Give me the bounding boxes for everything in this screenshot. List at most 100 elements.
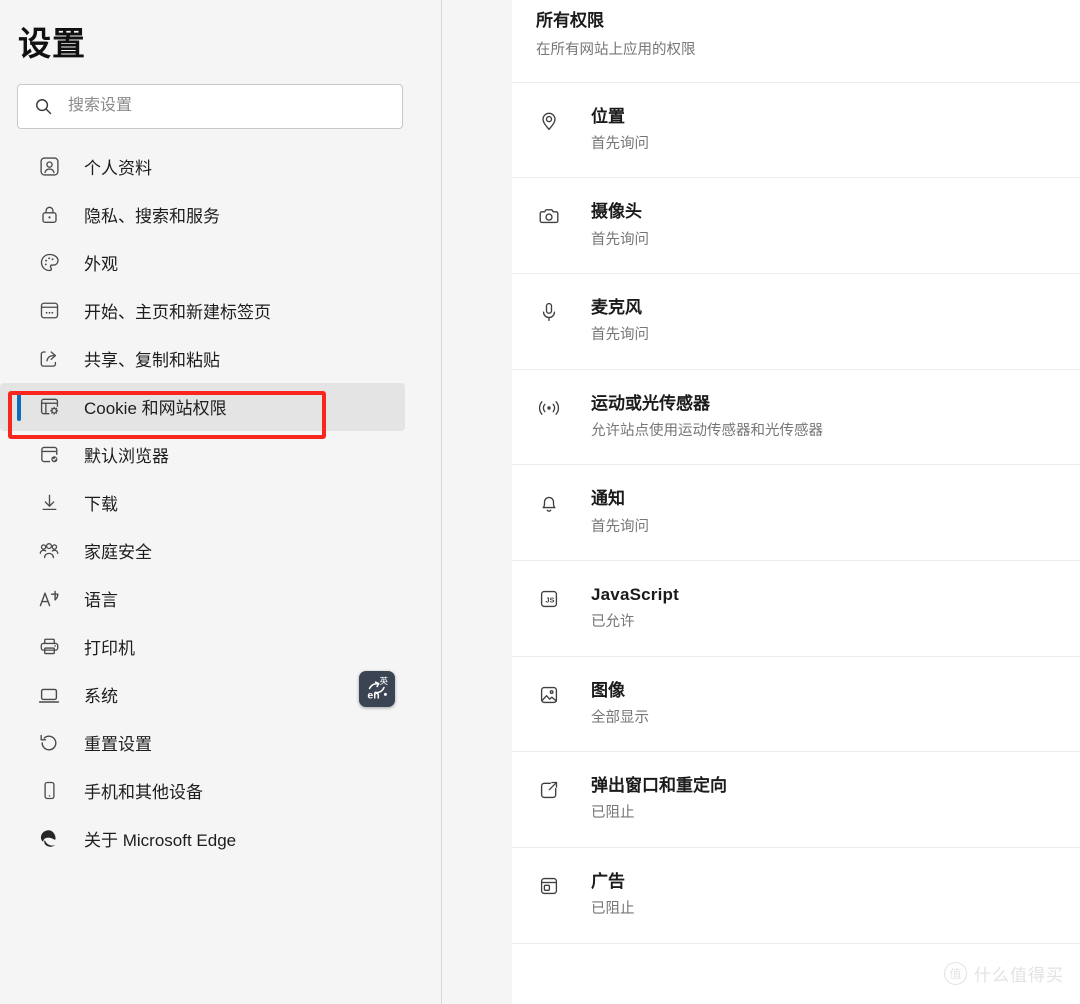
permission-text: 通知 首先询问 [591, 488, 649, 537]
sidebar-item-label: 家庭安全 [84, 543, 152, 563]
permission-status: 首先询问 [591, 231, 649, 248]
permission-status: 首先询问 [591, 518, 649, 535]
location-pin-icon [536, 108, 562, 134]
sidebar-item-system[interactable]: 系统 [0, 671, 405, 719]
permission-label: 图像 [591, 680, 625, 700]
microphone-icon [536, 299, 562, 325]
sidebar-item-share-copy-paste[interactable]: 共享、复制和粘贴 [0, 335, 405, 383]
permission-label: JavaScript [591, 585, 679, 605]
section-subtitle: 在所有网站上应用的权限 [536, 41, 696, 58]
language-icon [36, 586, 62, 612]
search-box[interactable] [17, 83, 403, 129]
settings-sidebar: 设置 个人资料 [0, 0, 442, 1004]
sidebar-item-label: 语言 [84, 591, 118, 611]
download-icon [36, 490, 62, 516]
permission-label: 通知 [591, 489, 625, 509]
permission-text: 广告 已阻止 [591, 871, 635, 920]
family-icon [36, 538, 62, 564]
profile-icon [36, 154, 62, 180]
sidebar-item-appearance[interactable]: 外观 [0, 239, 405, 287]
search-icon [32, 95, 54, 117]
permission-text: 弹出窗口和重定向 已阻止 [591, 775, 727, 824]
permission-status: 全部显示 [591, 709, 649, 726]
sidebar-item-label: 重置设置 [84, 735, 152, 755]
permission-label: 运动或光传感器 [591, 393, 710, 413]
svg-text:JS: JS [545, 595, 554, 604]
permissions-list: 位置 首先询问 摄像头 首先询问 麦克风 首先询问 运动或光传感器 允许站点使用… [512, 83, 1080, 944]
search-input[interactable] [68, 94, 368, 119]
permission-text: 图像 全部显示 [591, 680, 649, 729]
sidebar-item-profile[interactable]: 个人资料 [0, 143, 405, 191]
sidebar-item-languages[interactable]: 语言 [0, 575, 405, 623]
svg-text:英: 英 [380, 675, 389, 686]
browser-check-icon [36, 442, 62, 468]
all-permissions-header: 所有权限 在所有网站上应用的权限 [512, 0, 1080, 83]
sidebar-item-label: 打印机 [84, 639, 135, 659]
watermark-badge: 值 [944, 962, 967, 985]
sidebar-item-label: 外观 [84, 255, 118, 275]
laptop-icon [36, 682, 62, 708]
permission-label: 弹出窗口和重定向 [591, 776, 727, 796]
permission-label: 广告 [591, 872, 625, 892]
printer-icon [36, 634, 62, 660]
lock-icon [36, 202, 62, 228]
watermark-text: 什么值得买 [974, 966, 1064, 985]
sidebar-item-label: 个人资料 [84, 159, 152, 179]
sidebar-item-family-safety[interactable]: 家庭安全 [0, 527, 405, 575]
permission-text: 位置 首先询问 [591, 106, 649, 155]
permission-status: 首先询问 [591, 135, 649, 152]
sidebar-item-reset-settings[interactable]: 重置设置 [0, 719, 405, 767]
palette-icon [36, 250, 62, 276]
motion-sensor-icon [536, 395, 562, 421]
settings-content-area: 所有权限 在所有网站上应用的权限 位置 首先询问 摄像头 首先询问 麦克风 首先… [442, 0, 1080, 1004]
permission-label: 摄像头 [591, 202, 642, 222]
camera-icon [536, 203, 562, 229]
ime-language-badge[interactable]: en 英 [359, 671, 395, 707]
sidebar-item-label: Cookie 和网站权限 [84, 399, 227, 419]
permission-row-camera[interactable]: 摄像头 首先询问 [512, 178, 1080, 275]
svg-text:en: en [367, 690, 379, 702]
permission-row-notifications[interactable]: 通知 首先询问 [512, 465, 1080, 562]
permission-row-javascript[interactable]: JS JavaScript 已允许 [512, 561, 1080, 657]
sidebar-item-label: 隐私、搜索和服务 [84, 207, 220, 227]
sidebar-item-label: 系统 [84, 687, 118, 707]
javascript-icon: JS [536, 586, 562, 612]
sidebar-item-label: 默认浏览器 [84, 447, 169, 467]
permission-status: 首先询问 [591, 327, 649, 344]
window-dots-icon [36, 298, 62, 324]
sidebar-item-cookies-site-permissions[interactable]: Cookie 和网站权限 [0, 382, 405, 431]
sidebar-item-printers[interactable]: 打印机 [0, 623, 405, 671]
permission-status: 已允许 [591, 614, 635, 631]
permission-status: 允许站点使用运动传感器和光传感器 [591, 422, 823, 439]
sidebar-item-phone-other-devices[interactable]: 手机和其他设备 [0, 767, 405, 815]
sidebar-item-default-browser[interactable]: 默认浏览器 [0, 431, 405, 479]
permission-status: 已阻止 [591, 901, 635, 918]
permission-text: 摄像头 首先询问 [591, 201, 649, 250]
sidebar-item-privacy-search-services[interactable]: 隐私、搜索和服务 [0, 191, 405, 239]
sidebar-nav: 个人资料 隐私、搜索和服务 外观 开始、主页和新建标签页 共享、复制和粘贴 Co… [0, 143, 441, 863]
permission-row-location[interactable]: 位置 首先询问 [512, 83, 1080, 179]
cookie-gear-icon [36, 394, 62, 420]
settings-window: 设置 个人资料 [0, 0, 1080, 1004]
permission-row-microphone[interactable]: 麦克风 首先询问 [512, 274, 1080, 370]
permission-row-motion-light-sensors[interactable]: 运动或光传感器 允许站点使用运动传感器和光传感器 [512, 370, 1080, 466]
permission-row-ads[interactable]: 广告 已阻止 [512, 848, 1080, 944]
permission-label: 麦克风 [591, 298, 642, 318]
image-icon [536, 682, 562, 708]
sidebar-item-label: 共享、复制和粘贴 [84, 351, 220, 371]
external-link-icon [536, 777, 562, 803]
permission-row-popups-redirects[interactable]: 弹出窗口和重定向 已阻止 [512, 752, 1080, 849]
permission-status: 已阻止 [591, 805, 635, 822]
reset-icon [36, 730, 62, 756]
permission-label: 位置 [591, 106, 625, 126]
page-title: 设置 [18, 25, 86, 62]
edge-logo-icon [36, 826, 62, 852]
permission-text: JavaScript 已允许 [591, 584, 679, 633]
sidebar-item-downloads[interactable]: 下载 [0, 479, 405, 527]
sidebar-item-about-edge[interactable]: 关于 Microsoft Edge [0, 815, 405, 863]
permission-text: 麦克风 首先询问 [591, 297, 649, 346]
ads-icon [536, 873, 562, 899]
sidebar-item-start-home-newtab[interactable]: 开始、主页和新建标签页 [0, 287, 405, 335]
permission-row-images[interactable]: 图像 全部显示 [512, 657, 1080, 753]
sidebar-item-label: 下载 [84, 495, 118, 515]
